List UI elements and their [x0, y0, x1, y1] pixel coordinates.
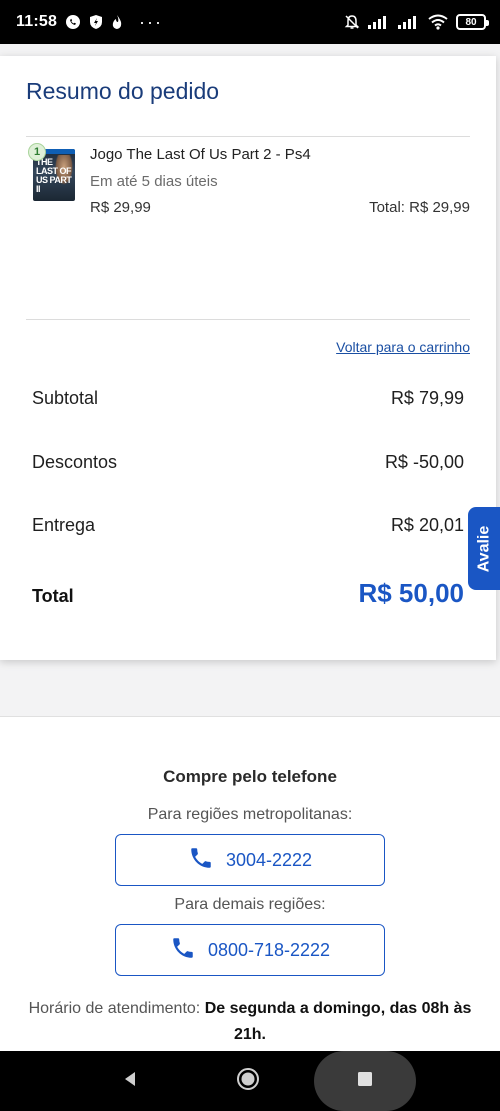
divider: [26, 319, 470, 320]
service-hours: Horário de atendimento: De segunda a dom…: [20, 996, 480, 1048]
product-price: R$ 29,99: [90, 199, 151, 216]
total-label: Total: [32, 586, 74, 606]
subtotal-label: Subtotal: [32, 388, 99, 408]
metro-regions-label: Para regiões metropolitanas:: [147, 806, 353, 823]
metro-phone-button[interactable]: 3004-2222: [115, 834, 385, 886]
recents-button[interactable]: [314, 1051, 416, 1111]
home-button[interactable]: [218, 1051, 278, 1111]
total-value: R$ 50,00: [358, 578, 464, 608]
feedback-tab-label: Avalie: [475, 525, 493, 572]
back-button[interactable]: [100, 1051, 160, 1111]
product-line-total: Total: R$ 29,99: [369, 199, 470, 216]
phone-icon: [188, 845, 214, 876]
signal-icon: [398, 15, 420, 29]
back-icon: [121, 1070, 139, 1093]
status-bar-right: 80: [344, 14, 489, 30]
phone-purchase-title: Compre pelo telefone: [163, 767, 337, 786]
delivery-value: R$ 20,01: [390, 515, 464, 535]
bell-off-icon: [344, 14, 360, 30]
service-hours-label: Horário de atendimento:: [28, 1000, 201, 1017]
other-phone-number: 0800-718-2222: [207, 939, 331, 960]
other-phone-button[interactable]: 0800-718-2222: [115, 924, 385, 976]
status-bar-left: 11:58 ···: [16, 12, 163, 33]
discounts-row: Descontos R$ -50,00: [32, 452, 464, 473]
subtotal-row: Subtotal R$ 79,99: [32, 388, 464, 409]
phone-icon: [170, 935, 196, 966]
back-to-cart-link[interactable]: Voltar para o carrinho: [336, 339, 470, 355]
divider: [26, 136, 470, 137]
other-regions-label: Para demais regiões:: [174, 896, 326, 913]
battery-icon: 80: [456, 14, 489, 30]
product-name: Jogo The Last Of Us Part 2 - Ps4: [90, 146, 311, 163]
feedback-tab[interactable]: Avalie: [468, 507, 500, 590]
quantity-badge: 1: [28, 143, 46, 161]
recents-icon: [357, 1071, 373, 1092]
more-notifications: ···: [139, 11, 164, 32]
delivery-estimate: Em até 5 dias úteis: [90, 173, 218, 190]
status-time: 11:58: [16, 13, 58, 30]
subtotal-value: R$ 79,99: [390, 388, 464, 408]
delivery-label: Entrega: [32, 515, 96, 535]
shield-icon: [89, 14, 103, 30]
delivery-row: Entrega R$ 20,01: [32, 515, 464, 536]
service-hours-value: De segunda a domingo, das 08h às 21h.: [204, 1000, 472, 1043]
discounts-value: R$ -50,00: [384, 452, 464, 472]
navigation-bar: [0, 1051, 500, 1111]
signal-icon: [368, 15, 390, 29]
discounts-label: Descontos: [32, 452, 118, 472]
flame-icon: [111, 14, 123, 30]
metro-phone-number: 3004-2222: [225, 849, 313, 870]
wifi-icon: [428, 14, 448, 30]
order-summary-title: Resumo do pedido: [26, 78, 220, 104]
cover-title: THE LAST OF US PART II: [36, 157, 72, 194]
phone-purchase-section: Compre pelo telefone Para regiões metrop…: [0, 716, 500, 1051]
whatsapp-icon: [65, 14, 81, 30]
home-icon: [236, 1067, 260, 1096]
total-row: Total R$ 50,00: [32, 578, 464, 609]
status-bar: 11:58 ··· 80: [0, 0, 500, 44]
